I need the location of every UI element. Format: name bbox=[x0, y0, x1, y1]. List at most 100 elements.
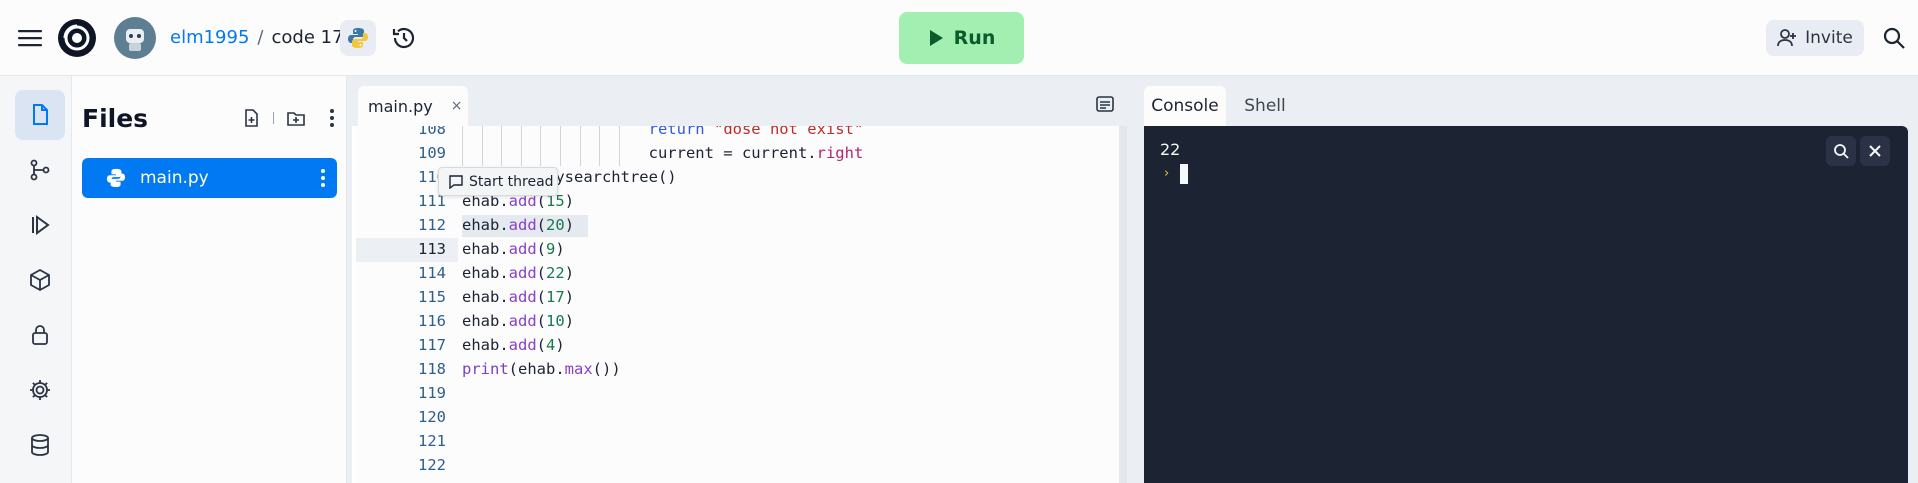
file-icon[interactable] bbox=[15, 90, 65, 140]
line-number: 120 bbox=[418, 408, 446, 426]
invite-button[interactable]: Invite bbox=[1766, 20, 1864, 56]
database-icon[interactable] bbox=[15, 420, 65, 470]
console-output[interactable]: 22 › bbox=[1144, 126, 1908, 483]
new-file-icon[interactable] bbox=[237, 104, 265, 132]
debugger-icon[interactable] bbox=[15, 200, 65, 250]
code-line[interactable]: return "dose not exist" bbox=[462, 126, 864, 138]
code-token: add bbox=[508, 240, 537, 258]
code-token: print bbox=[462, 360, 509, 378]
files-toolbar bbox=[237, 104, 346, 132]
tab-main-py[interactable]: main.py × bbox=[358, 86, 468, 126]
tab-label: main.py bbox=[368, 96, 433, 116]
tab-shell[interactable]: Shell bbox=[1236, 86, 1294, 126]
code-line[interactable]: current = current.right bbox=[462, 144, 864, 162]
code-line[interactable]: ehab.add(9) bbox=[462, 240, 565, 258]
console-output-text: 22 bbox=[1160, 140, 1181, 159]
line-number: 109 bbox=[418, 144, 446, 162]
code-token: add bbox=[508, 312, 537, 330]
run-label: Run bbox=[953, 27, 996, 49]
code-token: (ehab. bbox=[508, 360, 565, 378]
search-icon[interactable] bbox=[1876, 20, 1912, 56]
console-search-icon[interactable] bbox=[1826, 136, 1856, 166]
line-number: 116 bbox=[418, 312, 446, 330]
history-icon[interactable] bbox=[386, 20, 422, 56]
code-line[interactable]: ehab.add(10) bbox=[462, 312, 574, 330]
code-line[interactable]: ehab.add(22) bbox=[462, 264, 574, 282]
tab-console[interactable]: Console bbox=[1144, 86, 1226, 126]
line-number: 112 bbox=[418, 216, 446, 234]
file-more-icon[interactable] bbox=[313, 164, 333, 192]
tool-rail bbox=[0, 76, 72, 483]
replit-logo-icon[interactable] bbox=[56, 17, 98, 59]
code-token: 22 bbox=[546, 264, 565, 282]
add-user-icon bbox=[1777, 29, 1797, 47]
code-token: ( bbox=[536, 288, 547, 306]
start-thread-tooltip[interactable]: Start thread bbox=[438, 167, 558, 196]
python-language-icon[interactable] bbox=[340, 20, 376, 56]
code-line[interactable]: print(ehab.max()) bbox=[462, 360, 621, 378]
editor-panel-icon[interactable] bbox=[1095, 94, 1123, 118]
top-bar: elm1995 / code 17 Run Invite bbox=[0, 0, 1918, 76]
console-tabs: Console Shell bbox=[1144, 86, 1444, 126]
code-token: add bbox=[508, 216, 537, 234]
code-line[interactable]: ehab.add(4) bbox=[462, 336, 565, 354]
line-number: 108 bbox=[418, 126, 446, 138]
invite-label: Invite bbox=[1805, 28, 1853, 48]
code-token: ) bbox=[555, 240, 565, 258]
code-token: ) bbox=[564, 216, 575, 234]
code-token: 4 bbox=[546, 336, 556, 354]
project-name[interactable]: code 17 bbox=[272, 27, 344, 48]
line-number: 113 bbox=[418, 240, 446, 258]
line-number: 114 bbox=[418, 264, 446, 282]
code-line[interactable]: ehab.add(20) bbox=[462, 216, 574, 234]
run-button[interactable]: Run bbox=[899, 12, 1024, 64]
code-token: ) bbox=[564, 264, 575, 282]
console-clear-icon[interactable] bbox=[1860, 136, 1890, 166]
git-branch-icon[interactable] bbox=[15, 145, 65, 195]
console-cursor bbox=[1180, 164, 1188, 184]
files-panel: Files main.py bbox=[72, 76, 347, 483]
code-token: ehab. bbox=[462, 288, 509, 306]
close-icon[interactable]: × bbox=[451, 98, 463, 114]
files-title: Files bbox=[82, 104, 149, 133]
code-token: 20 bbox=[546, 216, 565, 234]
editor-tabs: main.py × bbox=[352, 76, 1127, 126]
file-item-main-py[interactable]: main.py bbox=[82, 158, 337, 198]
code-token: ) bbox=[564, 312, 575, 330]
new-folder-icon[interactable] bbox=[282, 104, 310, 132]
code-token: ( bbox=[536, 336, 547, 354]
breadcrumb: elm1995 / code 17 bbox=[170, 27, 344, 48]
line-number: 119 bbox=[418, 384, 446, 402]
owner-link[interactable]: elm1995 bbox=[170, 27, 249, 48]
code-token: ehab. bbox=[462, 216, 509, 234]
package-icon[interactable] bbox=[15, 255, 65, 305]
lock-icon[interactable] bbox=[15, 310, 65, 360]
code-token: ( bbox=[536, 312, 547, 330]
menu-icon[interactable] bbox=[10, 20, 50, 56]
code-token: ( bbox=[536, 240, 547, 258]
line-number: 121 bbox=[418, 432, 446, 450]
line-number: 115 bbox=[418, 288, 446, 306]
code-token: max bbox=[564, 360, 593, 378]
code-token: 17 bbox=[546, 288, 565, 306]
code-token: ( bbox=[536, 216, 547, 234]
breadcrumb-separator: / bbox=[257, 27, 264, 48]
code-token: add bbox=[508, 288, 537, 306]
code-line[interactable]: ehab.add(17) bbox=[462, 288, 574, 306]
gear-icon[interactable] bbox=[15, 365, 65, 415]
code-token: 9 bbox=[546, 240, 556, 258]
code-token: ) bbox=[564, 192, 575, 210]
code-area[interactable]: return "dose not exist" current = curren… bbox=[462, 126, 1112, 483]
console-prompt: › bbox=[1164, 166, 1170, 181]
editor-scrollbar[interactable] bbox=[1119, 126, 1127, 483]
more-options-icon[interactable] bbox=[318, 104, 346, 132]
code-token: current = current. bbox=[648, 144, 817, 162]
code-token: ) bbox=[564, 288, 575, 306]
code-token: ( bbox=[536, 264, 547, 282]
play-icon bbox=[929, 30, 943, 46]
avatar[interactable] bbox=[114, 17, 156, 59]
toolbar-divider bbox=[273, 112, 274, 124]
python-file-icon bbox=[106, 168, 126, 188]
line-number: 118 bbox=[418, 360, 446, 378]
code-token: ehab. bbox=[462, 336, 509, 354]
